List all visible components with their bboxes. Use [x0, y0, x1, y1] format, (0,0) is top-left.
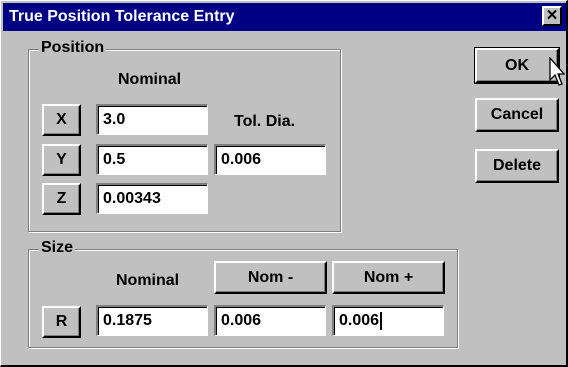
nom-plus-label: Nom +: [363, 268, 414, 286]
close-icon: ✕: [545, 7, 559, 24]
x-nominal-field[interactable]: 3.0: [96, 104, 208, 135]
delete-button[interactable]: Delete: [475, 149, 559, 183]
nom-plus-button[interactable]: Nom +: [332, 261, 445, 294]
window-title: True Position Tolerance Entry: [9, 8, 235, 25]
r-nom-plus-value: 0.006: [339, 312, 380, 329]
r-nom-plus-field[interactable]: 0.006: [332, 305, 444, 336]
r-nominal-field[interactable]: 0.1875: [96, 305, 208, 336]
cancel-button[interactable]: Cancel: [475, 98, 559, 132]
nom-minus-button[interactable]: Nom -: [214, 261, 327, 294]
title-bar[interactable]: True Position Tolerance Entry ✕: [3, 3, 566, 31]
ok-button-label: OK: [505, 56, 529, 74]
x-nominal-value: 3.0: [103, 111, 126, 128]
close-button[interactable]: ✕: [542, 6, 562, 26]
size-group-label: Size: [39, 239, 76, 257]
text-caret: [380, 311, 383, 330]
y-nominal-value: 0.5: [103, 151, 126, 168]
r-nominal-value: 0.1875: [103, 312, 152, 329]
r-nom-minus-value: 0.006: [221, 312, 262, 329]
position-nominal-header: Nominal: [118, 71, 182, 88]
x-button-label: X: [56, 111, 67, 128]
size-nominal-header: Nominal: [116, 272, 180, 289]
z-button-label: Z: [56, 190, 67, 207]
y-tol-dia-field[interactable]: 0.006: [214, 144, 326, 175]
position-group-label: Position: [39, 39, 107, 57]
ok-button[interactable]: OK: [474, 47, 560, 84]
r-button-label: R: [55, 313, 68, 330]
dialog-window: True Position Tolerance Entry ✕ Position…: [0, 0, 568, 367]
z-button[interactable]: Z: [42, 183, 81, 215]
y-tol-dia-value: 0.006: [221, 151, 262, 168]
y-nominal-field[interactable]: 0.5: [96, 144, 208, 175]
arrow-cursor-icon: [549, 57, 565, 86]
nom-minus-label: Nom -: [247, 268, 294, 286]
z-nominal-value: 0.00343: [103, 190, 161, 207]
z-nominal-field[interactable]: 0.00343: [96, 183, 208, 214]
r-nom-minus-field[interactable]: 0.006: [214, 305, 326, 336]
delete-button-label: Delete: [492, 157, 542, 174]
tol-dia-header: Tol. Dia.: [234, 113, 296, 130]
r-button[interactable]: R: [42, 306, 81, 338]
y-button[interactable]: Y: [42, 144, 81, 176]
x-button[interactable]: X: [42, 104, 81, 136]
y-button-label: Y: [56, 151, 67, 168]
cancel-button-label: Cancel: [490, 106, 544, 123]
